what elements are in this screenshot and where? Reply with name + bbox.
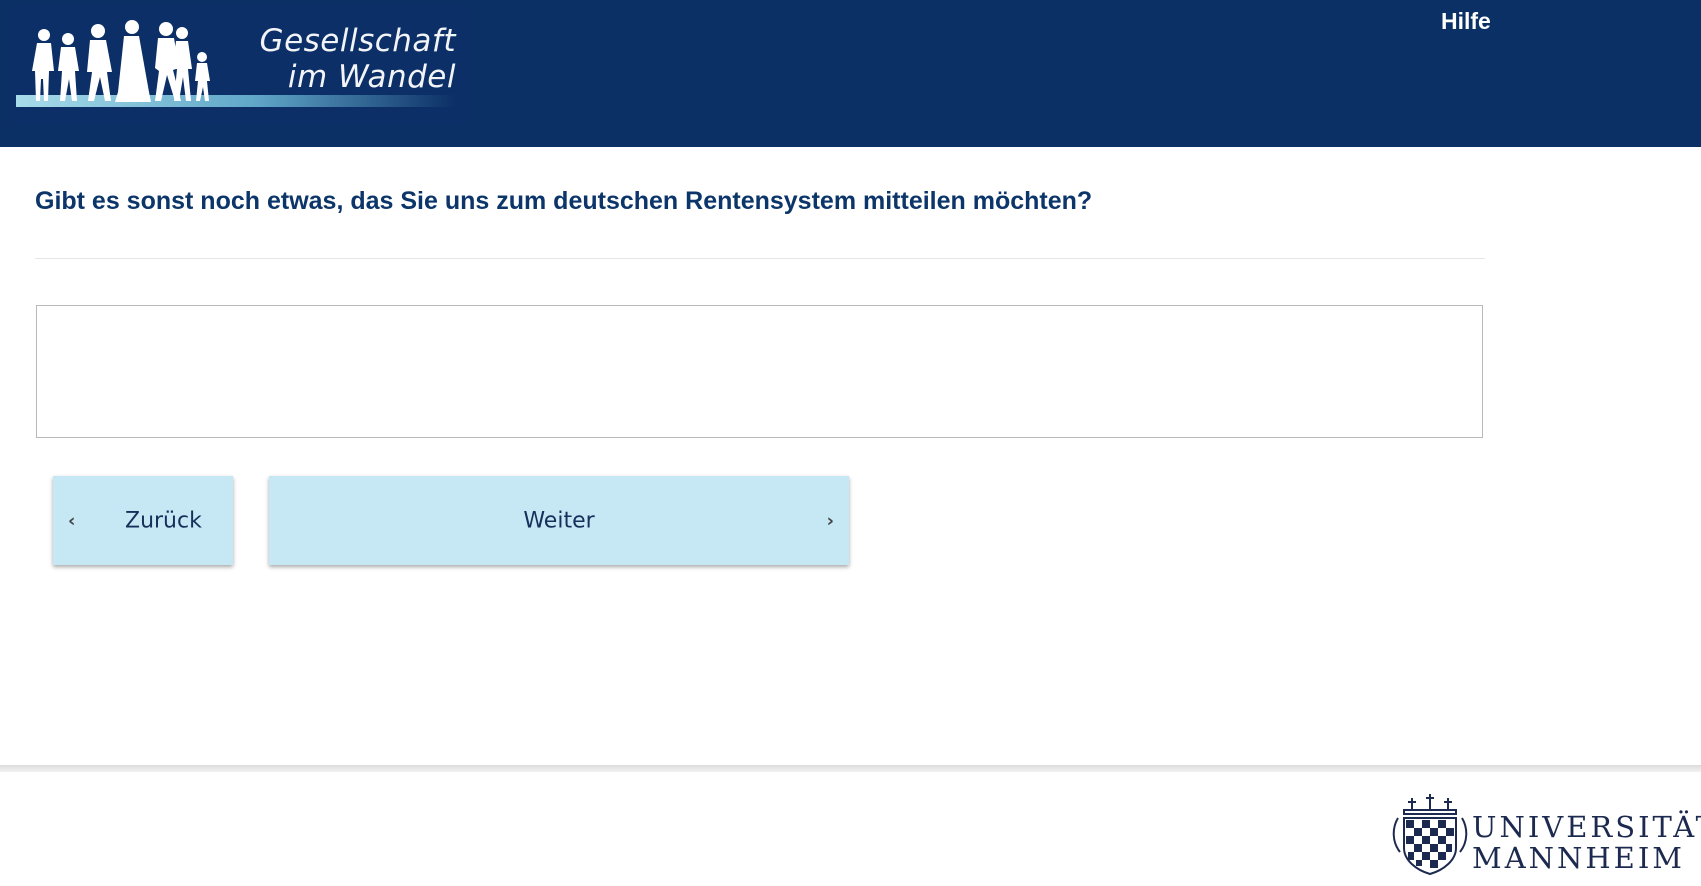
header-bar: Gesellschaft im Wandel Hilfe bbox=[0, 0, 1701, 147]
chevron-left-icon: ‹ bbox=[68, 510, 76, 531]
gesellschaft-im-wandel-logo: Gesellschaft im Wandel bbox=[10, 5, 468, 126]
universitaet-mannheim-logo: UNIVERSITÄT MANNHEIM bbox=[1390, 790, 1701, 880]
logo-wordmark: Gesellschaft im Wandel bbox=[260, 23, 456, 95]
help-link[interactable]: Hilfe bbox=[1441, 8, 1491, 35]
footer-divider bbox=[0, 765, 1701, 772]
next-button-label: Weiter bbox=[523, 508, 595, 533]
university-name: UNIVERSITÄT MANNHEIM bbox=[1472, 812, 1701, 874]
logo-line-1: Gesellschaft bbox=[259, 23, 456, 59]
back-button[interactable]: ‹ Zurück bbox=[53, 476, 233, 565]
question-divider bbox=[35, 258, 1485, 259]
logo-line-2: im Wandel bbox=[287, 59, 456, 95]
university-crest-icon bbox=[1392, 794, 1468, 876]
university-name-line-1: UNIVERSITÄT bbox=[1472, 810, 1701, 844]
university-name-line-2: MANNHEIM bbox=[1472, 841, 1685, 875]
back-button-label: Zurück bbox=[125, 508, 202, 533]
chevron-right-icon: › bbox=[826, 510, 834, 531]
next-button[interactable]: Weiter › bbox=[269, 476, 849, 565]
answer-textarea[interactable] bbox=[36, 305, 1483, 438]
question-text: Gibt es sonst noch etwas, das Sie uns zu… bbox=[35, 187, 1093, 215]
